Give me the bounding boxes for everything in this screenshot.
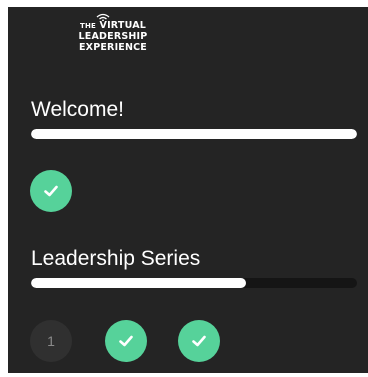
step-welcome-1-completed[interactable]: [30, 170, 72, 212]
check-icon: [44, 185, 58, 197]
section-title-leadership-series: Leadership Series: [31, 247, 201, 270]
logo-line-2: LEADERSHIP: [78, 31, 148, 42]
step-number: 1: [47, 333, 55, 349]
logo-line-3: EXPERIENCE: [78, 42, 148, 53]
check-icon: [192, 335, 206, 347]
step-leadership-1[interactable]: 1: [30, 320, 72, 362]
progress-fill-leadership-series: [31, 278, 247, 288]
logo-line-1: THE VIRTUAL: [79, 20, 146, 31]
check-icon: [119, 335, 133, 347]
progress-bar-leadership-series: [31, 278, 357, 288]
logo: THE VIRTUAL LEADERSHIP EXPERIENCE: [68, 11, 158, 57]
course-progress-panel: THE VIRTUAL LEADERSHIP EXPERIENCE Welcom…: [8, 7, 368, 373]
step-leadership-3-completed[interactable]: [178, 320, 220, 362]
progress-fill-welcome: [31, 129, 357, 139]
step-leadership-2-completed[interactable]: [105, 320, 147, 362]
progress-bar-welcome: [31, 129, 357, 139]
section-title-welcome: Welcome!: [31, 98, 124, 121]
